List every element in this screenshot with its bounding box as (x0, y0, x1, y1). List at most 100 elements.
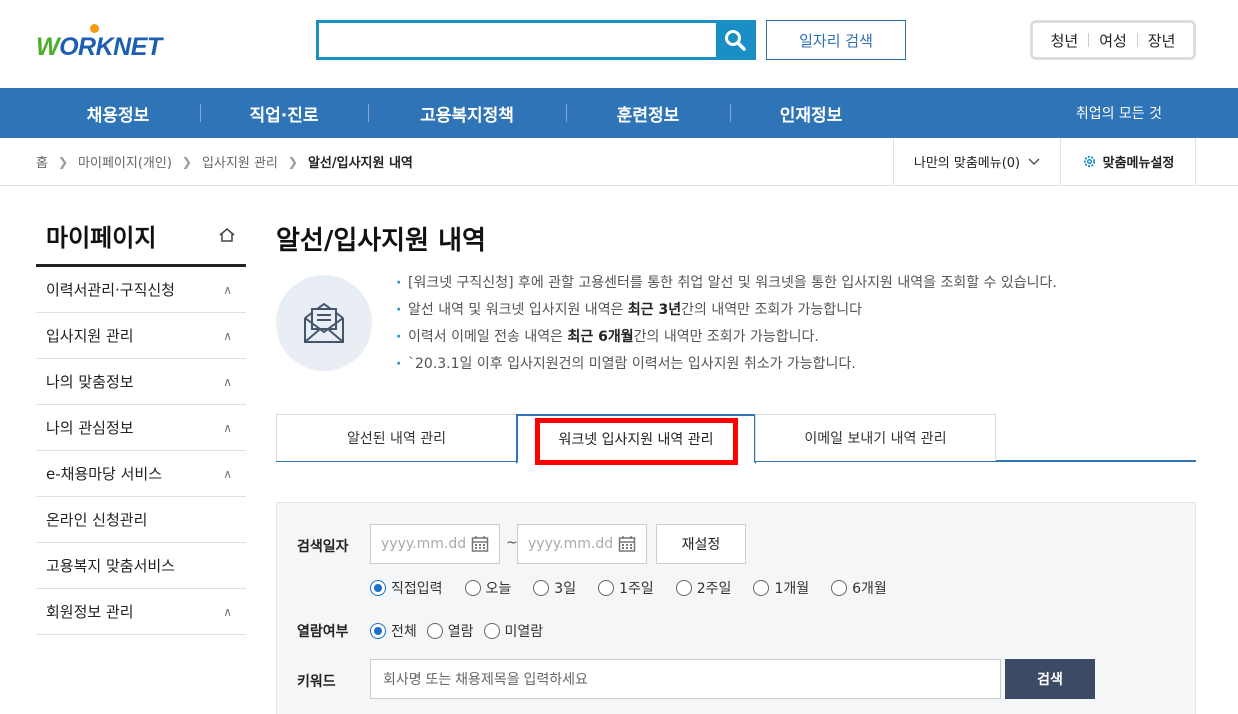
sidebar-item-resume[interactable]: 이력서관리·구직신청 ∧ (36, 267, 246, 313)
gnb-item-welfare-policy[interactable]: 고용복지정책 (368, 88, 566, 138)
read-radio-group: 전체 열람 미열람 (370, 621, 543, 641)
my-menu-label: 나만의 맞춤메뉴(0) (913, 156, 1021, 171)
chevron-up-icon: ∧ (223, 604, 232, 619)
sidebar-item-interest-info[interactable]: 나의 관심정보 ∧ (36, 405, 246, 451)
info-item: 알선 내역 및 워크넷 입사지원 내역은 최근 3년간의 내역만 조회가 가능합… (396, 297, 1057, 324)
breadcrumb-mypage[interactable]: 마이페이지(개인) (78, 152, 172, 171)
gnb-all-menu[interactable]: 취업의 모든 것 (1076, 88, 1162, 138)
chevron-up-icon: ∧ (223, 282, 232, 297)
breadcrumb-bar: 홈 ❯ 마이페이지(개인) ❯ 입사지원 관리 ❯ 알선/입사지원 내역 나만의… (0, 138, 1238, 186)
logo-text: ORKNET (59, 33, 162, 61)
sidebar-item-welfare-service[interactable]: 고용복지 맞춤서비스 (36, 543, 246, 589)
gnb-item-talent[interactable]: 인재정보 (730, 88, 892, 138)
sidebar-item-online-request[interactable]: 온라인 신청관리 (36, 497, 246, 543)
period-radio-6months[interactable]: 6개월 (831, 578, 887, 598)
home-icon[interactable] (218, 227, 236, 243)
tab-email-history[interactable]: 이메일 보내기 내역 관리 (755, 414, 996, 461)
sidebar-item-label: 이력서관리·구직신청 (46, 281, 175, 299)
reset-button[interactable]: 재설정 (656, 524, 746, 564)
chevron-up-icon: ∧ (223, 420, 232, 435)
global-nav: 채용정보 직업·진로 고용복지정책 훈련정보 인재정보 취업의 모든 것 (0, 88, 1238, 138)
period-radio-group: 직접입력 오늘 3일 1주일 2주일 1개월 6개월 (370, 578, 887, 598)
search-button[interactable] (716, 23, 753, 57)
keyword-label: 키워드 (297, 674, 336, 690)
breadcrumb-current: 알선/입사지원 내역 (307, 156, 413, 171)
page-title: 알선/입사지원 내역 (276, 226, 486, 256)
chevron-right-icon: ❯ (287, 154, 298, 169)
link-senior[interactable]: 장년 (1138, 30, 1186, 51)
sidebar-item-label: 나의 맞춤정보 (46, 373, 134, 391)
period-radio-3days[interactable]: 3일 (533, 578, 576, 598)
end-date-input[interactable]: yyyy.mm.dd (517, 524, 647, 564)
sidebar-item-e-recruit[interactable]: e-채용마당 서비스 ∧ (36, 451, 246, 497)
tab-referral-history[interactable]: 알선된 내역 관리 (276, 414, 517, 461)
logo-dot (90, 24, 99, 33)
gnb-item-jobs[interactable]: 채용정보 (36, 88, 200, 138)
period-radio-2weeks[interactable]: 2주일 (675, 578, 731, 598)
read-radio-read[interactable]: 열람 (426, 621, 474, 641)
sidebar: 마이페이지 이력서관리·구직신청 ∧ 입사지원 관리 ∧ 나의 맞춤정보 ∧ 나의 관… (36, 212, 246, 635)
read-radio-all[interactable]: 전체 (370, 621, 417, 641)
info-item: [워크넷 구직신청] 후에 관할 고용센터를 통한 취업 알선 및 워크넷을 통… (396, 270, 1057, 297)
tab-worknet-application[interactable]: 워크넷 입사지원 내역 관리 (516, 414, 756, 464)
job-search-button[interactable]: 일자리 검색 (766, 20, 906, 60)
worknet-logo[interactable]: WORKNET (36, 24, 162, 60)
gnb-item-career[interactable]: 직업·진로 (200, 88, 368, 138)
logo-w: W (36, 33, 60, 61)
radio-dot (483, 623, 500, 639)
sidebar-item-label: 입사지원 관리 (46, 327, 134, 345)
breadcrumb: 홈 ❯ 마이페이지(개인) ❯ 입사지원 관리 ❯ 알선/입사지원 내역 (36, 138, 413, 185)
radio-dot (598, 580, 615, 596)
radio-dot (675, 580, 692, 596)
keyword-input[interactable] (370, 659, 1001, 699)
chevron-down-icon (1028, 157, 1040, 165)
sidebar-item-label: 고용복지 맞춤서비스 (46, 557, 175, 575)
chevron-up-icon: ∧ (223, 466, 232, 481)
period-radio-direct[interactable]: 직접입력 (370, 578, 443, 598)
search-panel: 검색일자 yyyy.mm.dd ~ yyyy.mm.dd 재설정 직접입력 오늘… (276, 502, 1196, 714)
start-date-input[interactable]: yyyy.mm.dd (370, 524, 500, 564)
period-radio-1month[interactable]: 1개월 (753, 578, 809, 598)
info-item: `20.3.1일 이후 입사지원건의 미열람 이력서는 입사지원 취소가 가능합… (396, 351, 1057, 378)
radio-dot (831, 580, 848, 596)
read-status-label: 열람여부 (297, 624, 349, 640)
period-radio-today[interactable]: 오늘 (464, 578, 511, 598)
info-illustration (276, 275, 372, 371)
chevron-right-icon: ❯ (181, 154, 192, 169)
sidebar-item-label: 회원정보 관리 (46, 603, 134, 621)
radio-dot (370, 623, 386, 639)
calendar-icon[interactable] (471, 535, 489, 553)
gear-icon (1083, 155, 1095, 168)
sidebar-title: 마이페이지 (36, 212, 246, 267)
chevron-right-icon: ❯ (57, 154, 69, 169)
search-submit-button[interactable]: 검색 (1005, 659, 1095, 699)
breadcrumb-home[interactable]: 홈 (36, 152, 48, 171)
sidebar-item-custom-info[interactable]: 나의 맞춤정보 ∧ (36, 359, 246, 405)
sidebar-item-label: e-채용마당 서비스 (46, 465, 163, 483)
info-item: 이력서 이메일 전송 내역은 최근 6개월간의 내역만 조회가 가능합니다. (396, 324, 1057, 351)
radio-dot (370, 580, 386, 596)
search-input[interactable] (319, 23, 716, 57)
start-date-placeholder: yyyy.mm.dd (381, 536, 467, 552)
read-radio-unread[interactable]: 미열람 (483, 621, 543, 641)
link-women[interactable]: 여성 (1089, 30, 1137, 51)
link-youth[interactable]: 청년 (1041, 30, 1089, 51)
date-label: 검색일자 (297, 539, 349, 555)
chevron-up-icon: ∧ (223, 328, 232, 343)
search-box (316, 20, 756, 60)
my-menu-dropdown[interactable]: 나만의 맞춤메뉴(0) (893, 138, 1060, 185)
sidebar-item-label: 온라인 신청관리 (46, 511, 148, 529)
sidebar-item-application[interactable]: 입사지원 관리 ∧ (36, 313, 246, 359)
calendar-icon[interactable] (618, 535, 636, 553)
gnb-item-training[interactable]: 훈련정보 (566, 88, 730, 138)
radio-dot (464, 580, 481, 596)
end-date-placeholder: yyyy.mm.dd (528, 536, 614, 552)
radio-dot (753, 580, 770, 596)
breadcrumb-application[interactable]: 입사지원 관리 (202, 152, 278, 171)
tab-bar: 알선된 내역 관리 워크넷 입사지원 내역 관리 이메일 보내기 내역 관리 (276, 414, 1196, 464)
my-menu-setting-button[interactable]: 맞춤메뉴설정 (1060, 138, 1196, 185)
period-radio-1week[interactable]: 1주일 (598, 578, 654, 598)
sidebar-item-member-info[interactable]: 회원정보 관리 ∧ (36, 589, 246, 635)
radio-dot (533, 580, 550, 596)
info-list: [워크넷 구직신청] 후에 관할 고용센터를 통한 취업 알선 및 워크넷을 통… (396, 270, 1057, 378)
